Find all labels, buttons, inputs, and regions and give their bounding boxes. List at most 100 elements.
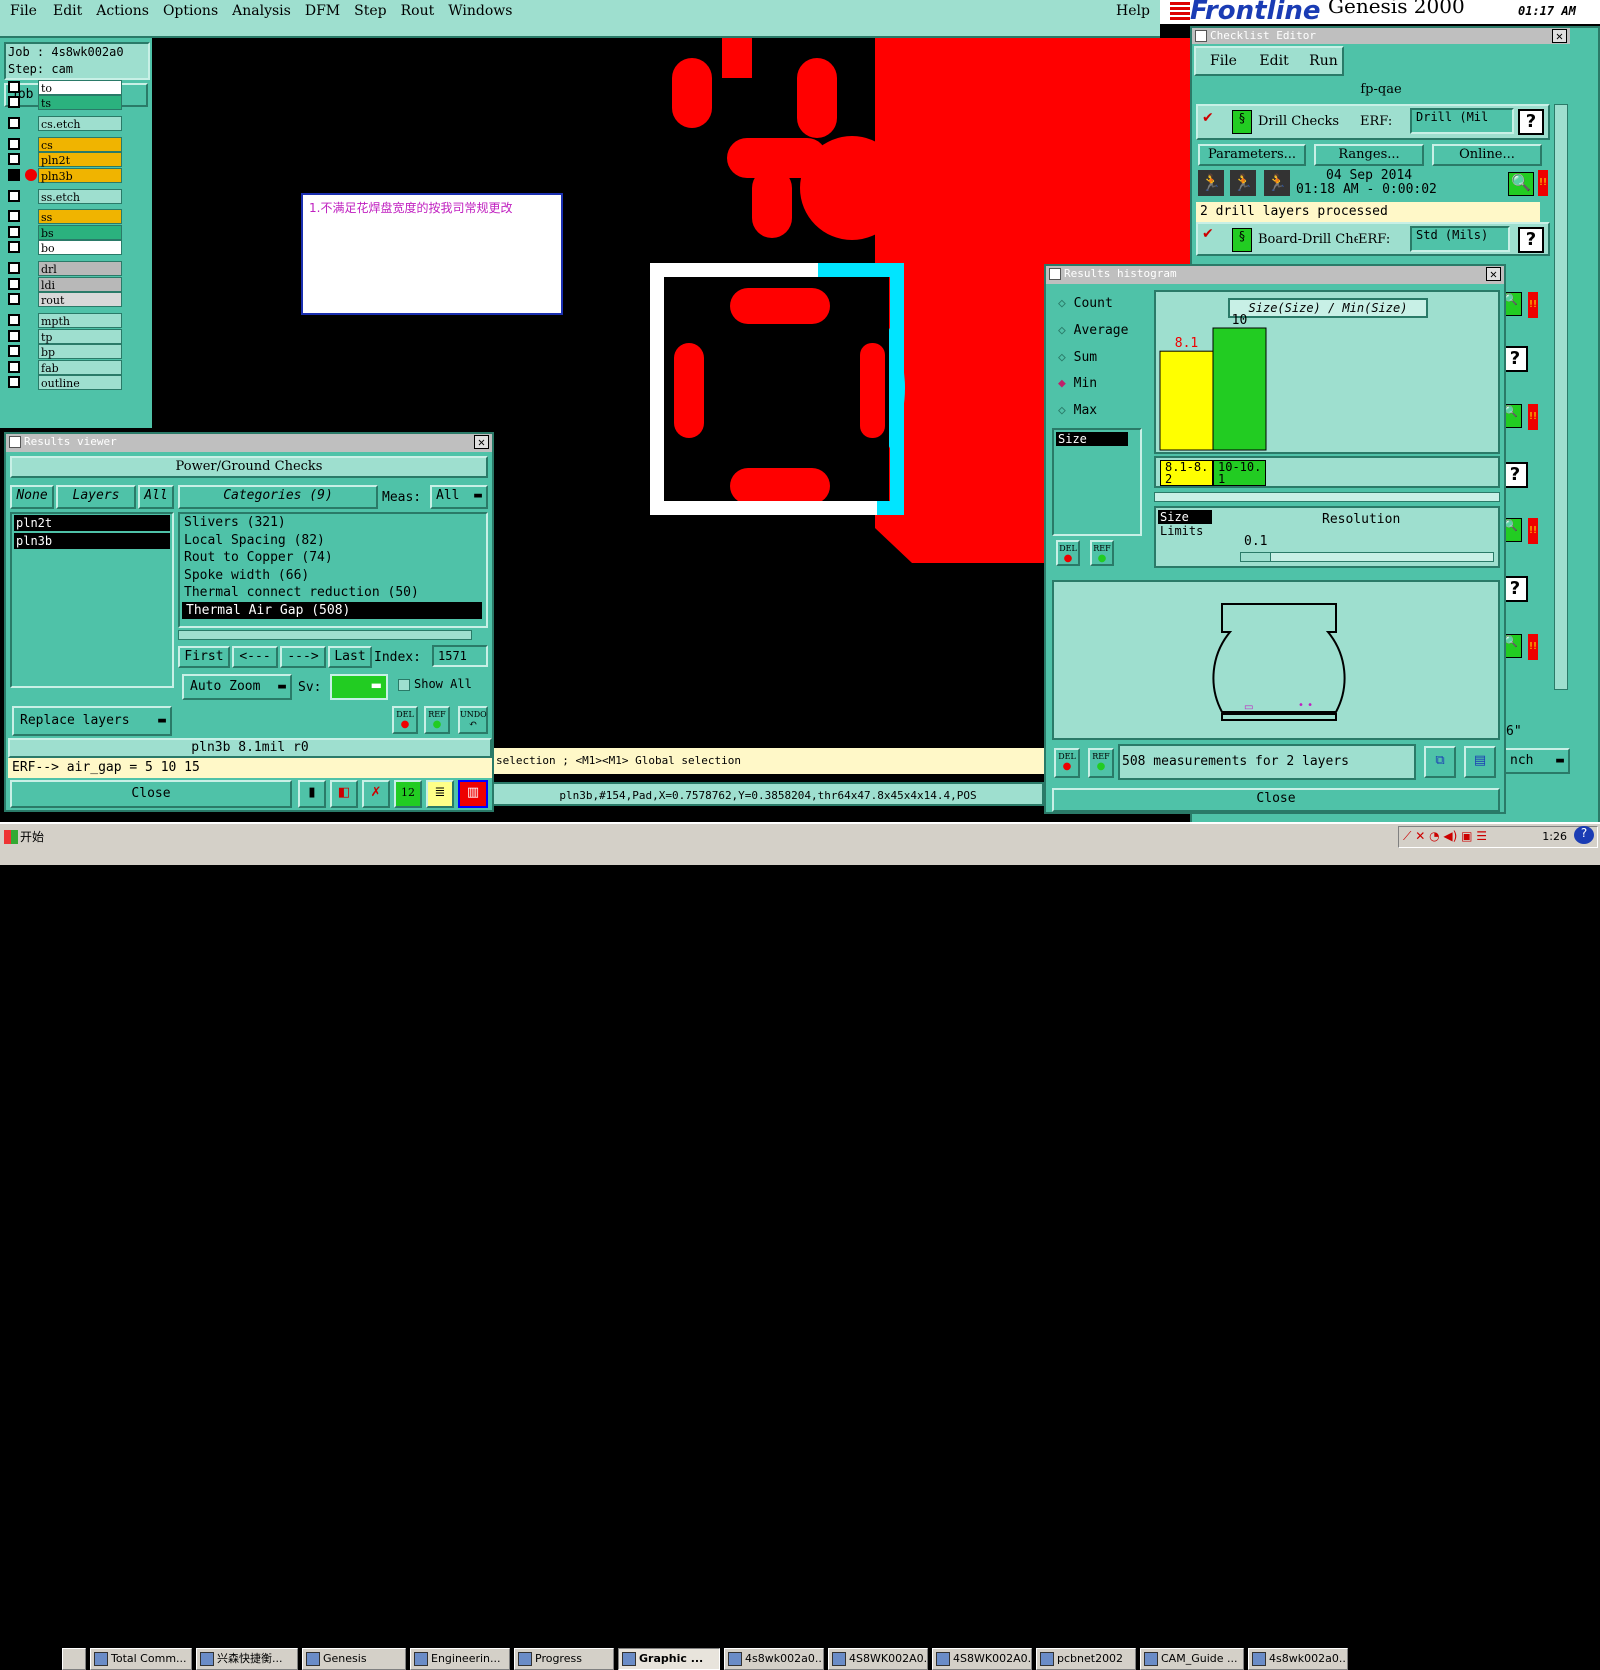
taskbar-item[interactable]: Engineerin... bbox=[410, 1648, 510, 1670]
category-item[interactable]: Thermal Air Gap (508) bbox=[182, 601, 482, 619]
check-mark-icon[interactable]: ✔ bbox=[1202, 110, 1214, 126]
layer-checkbox[interactable] bbox=[8, 293, 20, 305]
layer-row[interactable]: pln2t bbox=[8, 152, 122, 167]
close-icon[interactable]: ✕ bbox=[1486, 267, 1501, 281]
histogram-bar[interactable] bbox=[1159, 350, 1214, 451]
ref-button[interactable]: REF ● bbox=[424, 706, 450, 734]
layer-row[interactable]: cs.etch bbox=[8, 116, 122, 131]
board-erf-field[interactable]: Std (Mils) bbox=[1410, 226, 1510, 252]
histogram-graph-icon[interactable]: ▤ bbox=[1464, 746, 1496, 778]
layer-row[interactable]: ss bbox=[8, 209, 122, 224]
layer-row[interactable]: outline bbox=[8, 375, 122, 390]
last-button[interactable]: Last bbox=[328, 646, 372, 668]
layer-row[interactable]: bo bbox=[8, 240, 122, 255]
ranges-button[interactable]: Ranges... bbox=[1314, 144, 1424, 166]
start-button[interactable]: 开始 bbox=[2, 826, 58, 848]
number-icon[interactable]: 12 bbox=[394, 780, 422, 808]
categories-header[interactable]: Categories (9) bbox=[178, 485, 378, 509]
show-all-checkbox[interactable] bbox=[398, 679, 410, 691]
taskbar-item[interactable]: 4s8wk002a0... bbox=[724, 1648, 824, 1670]
help-icon[interactable]: ? bbox=[1518, 109, 1544, 135]
layer-row[interactable]: ldi bbox=[8, 277, 122, 292]
layer-checkbox[interactable] bbox=[8, 190, 20, 202]
taskbar-item[interactable]: 4S8WK002A0... bbox=[828, 1648, 928, 1670]
run-icon[interactable]: 🏃 bbox=[1198, 170, 1224, 196]
checklist-menu-file[interactable]: File bbox=[1210, 53, 1237, 69]
drill-checks-row[interactable]: ✔ § Drill Checks ERF: Drill (Mil ? bbox=[1196, 104, 1550, 140]
layer-row[interactable]: ts bbox=[8, 95, 122, 110]
replace-layers-dropdown[interactable]: Replace layers ▬ bbox=[12, 706, 172, 736]
del-button[interactable]: DEL ● bbox=[1056, 540, 1080, 566]
taskbar-item[interactable]: CAM_Guide ... bbox=[1140, 1648, 1244, 1670]
layer-checkbox[interactable] bbox=[8, 81, 20, 93]
layer-checkbox[interactable] bbox=[8, 210, 20, 222]
categories-list[interactable]: Slivers (321) Local Spacing (82) Rout to C… bbox=[178, 512, 488, 628]
category-item[interactable]: Local Spacing (82) bbox=[180, 532, 486, 550]
checklist-vscroll[interactable] bbox=[1554, 104, 1568, 690]
layer-checkbox[interactable] bbox=[8, 169, 20, 181]
alert-icon[interactable]: !! bbox=[1528, 292, 1538, 318]
layer-row[interactable]: ss.etch bbox=[8, 189, 122, 204]
taskbar-item[interactable]: Total Comm... bbox=[90, 1648, 192, 1670]
checklist-menu-run[interactable]: Run bbox=[1309, 53, 1338, 69]
menu-dfm[interactable]: DFM bbox=[305, 3, 340, 19]
none-button[interactable]: None bbox=[10, 485, 54, 509]
min-option[interactable]: ◆ Min bbox=[1058, 376, 1097, 391]
layer-checkbox[interactable] bbox=[8, 314, 20, 326]
layer-checkbox[interactable] bbox=[8, 117, 20, 129]
histogram-bar[interactable] bbox=[1212, 327, 1267, 451]
alert-icon[interactable]: !! bbox=[1528, 404, 1538, 430]
layer-checkbox[interactable] bbox=[8, 226, 20, 238]
layer-checkbox[interactable] bbox=[8, 262, 20, 274]
help-icon[interactable]: ? bbox=[1518, 227, 1544, 253]
close-icon[interactable]: ✕ bbox=[1552, 29, 1567, 43]
layer-checkbox[interactable] bbox=[8, 241, 20, 253]
results-close-button[interactable]: Close bbox=[10, 780, 292, 808]
menu-help[interactable]: Help bbox=[1116, 3, 1150, 19]
taskbar-item[interactable]: 4s8wk002a0... bbox=[1248, 1648, 1348, 1670]
taskbar-item[interactable]: 4S8WK002A0... bbox=[932, 1648, 1032, 1670]
layer-row[interactable]: mpth bbox=[8, 313, 122, 328]
all-button[interactable]: All bbox=[138, 485, 174, 509]
tray-help-icon[interactable]: ? bbox=[1574, 826, 1594, 844]
layer-list-item[interactable]: pln3b bbox=[14, 533, 170, 549]
parameters-button[interactable]: Parameters... bbox=[1198, 144, 1306, 166]
unit-dropdown[interactable]: nch ▬ bbox=[1504, 748, 1570, 774]
zoom-icon[interactable]: 🔍 bbox=[1508, 172, 1534, 196]
layer-row[interactable]: pln3b bbox=[8, 168, 122, 183]
category-item[interactable]: Thermal connect reduction (50) bbox=[180, 584, 486, 602]
sv-color-dropdown[interactable]: ▬ bbox=[330, 674, 388, 700]
prev-button[interactable]: <--- bbox=[232, 646, 278, 668]
layer-icon[interactable]: ▮ bbox=[298, 780, 326, 808]
layer-row[interactable]: rout bbox=[8, 292, 122, 307]
checklist-menu-edit[interactable]: Edit bbox=[1259, 53, 1288, 69]
del-button[interactable]: DEL ● bbox=[392, 706, 418, 734]
sum-option[interactable]: ◇ Sum bbox=[1058, 350, 1097, 365]
category-item[interactable]: Spoke width (66) bbox=[180, 567, 486, 585]
size-list-item[interactable]: Size bbox=[1056, 432, 1128, 446]
menu-rout[interactable]: Rout bbox=[401, 3, 435, 19]
histogram-export-icon[interactable]: ⧉ bbox=[1424, 746, 1456, 778]
layers-button[interactable]: Layers bbox=[56, 485, 136, 509]
max-option[interactable]: ◇ Max bbox=[1058, 403, 1097, 418]
auto-zoom-dropdown[interactable]: Auto Zoom ▬ bbox=[182, 674, 292, 700]
menu-actions[interactable]: Actions bbox=[96, 3, 149, 19]
layer-row[interactable]: to bbox=[8, 80, 122, 95]
taskbar-item[interactable]: 兴森快捷衡... bbox=[196, 1648, 298, 1670]
run-all-icon[interactable]: 🏃 bbox=[1230, 170, 1256, 196]
layer-row[interactable]: drl bbox=[8, 261, 122, 276]
category-item[interactable]: Slivers (321) bbox=[180, 514, 486, 532]
layer-row[interactable]: cs bbox=[8, 137, 122, 152]
next-button[interactable]: ---> bbox=[280, 646, 326, 668]
layer-checkbox[interactable] bbox=[8, 153, 20, 165]
layer-checkbox[interactable] bbox=[8, 138, 20, 150]
alert-icon[interactable]: !! bbox=[1528, 518, 1538, 544]
meas-dropdown[interactable]: All ▬ bbox=[430, 485, 488, 509]
layer-row[interactable]: tp bbox=[8, 329, 122, 344]
record-icon[interactable]: ◧ bbox=[330, 780, 358, 808]
layer-row[interactable]: bp bbox=[8, 344, 122, 359]
delete-icon[interactable]: ✗ bbox=[362, 780, 390, 808]
category-item[interactable]: Rout to Copper (74) bbox=[180, 549, 486, 567]
index-input[interactable]: 1571 bbox=[432, 645, 488, 667]
first-button[interactable]: First bbox=[178, 646, 230, 668]
